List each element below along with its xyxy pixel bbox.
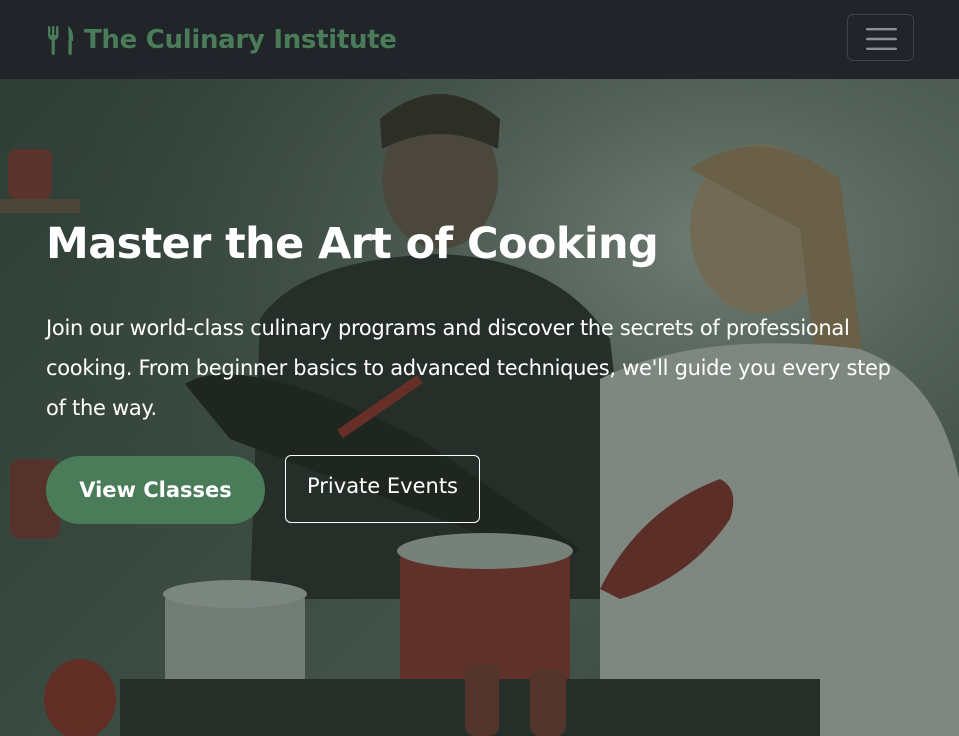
brand-name: The Culinary Institute <box>84 25 397 55</box>
hero-section: Master the Art of Cooking Join our world… <box>0 79 959 736</box>
view-classes-button[interactable]: View Classes <box>46 456 265 524</box>
navbar: The Culinary Institute <box>0 0 959 79</box>
brand-link[interactable]: The Culinary Institute <box>46 22 397 58</box>
menu-toggle-button[interactable] <box>847 14 914 61</box>
hero-title: Master the Art of Cooking <box>46 219 659 269</box>
private-events-button[interactable]: Private Events <box>285 455 480 523</box>
hero-description: Join our world-class culinary programs a… <box>46 316 891 420</box>
utensils-icon <box>48 26 74 55</box>
hamburger-menu-icon <box>866 28 897 50</box>
